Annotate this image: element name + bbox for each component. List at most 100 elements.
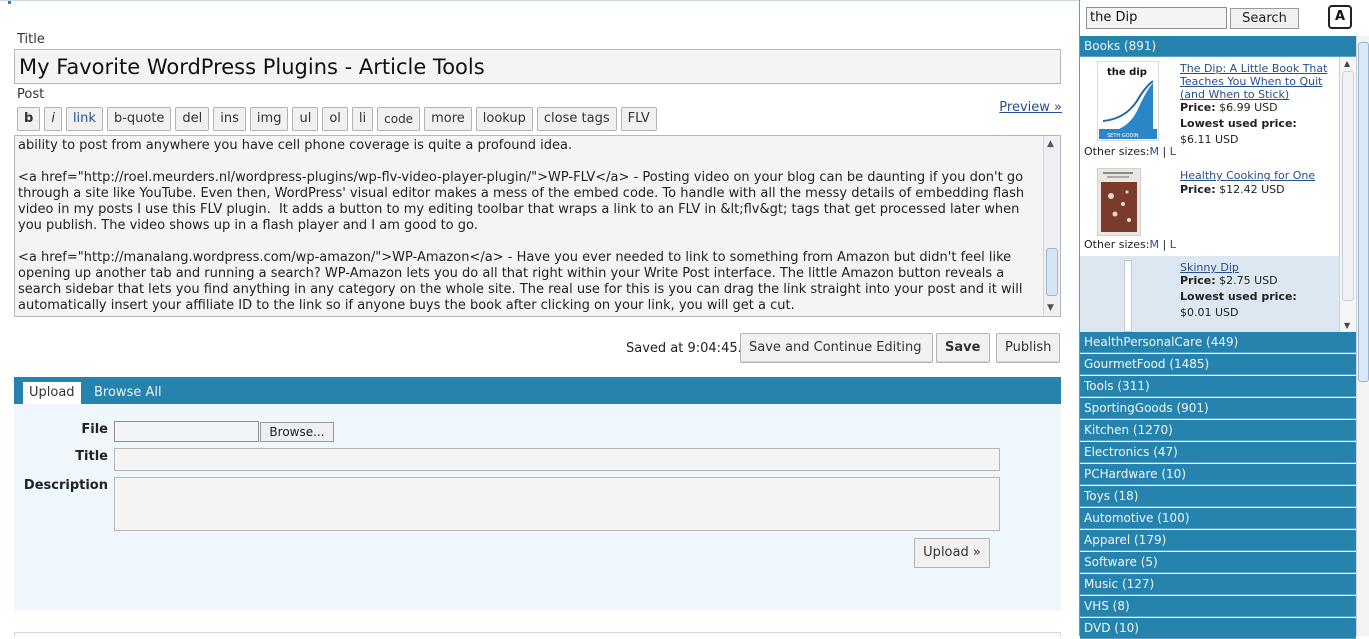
bottom-panel-edge [14,632,1061,637]
italic-button[interactable]: i [44,107,62,131]
other-sizes: Other sizes:M | L [1084,238,1176,251]
amazon-search-input[interactable]: the Dip [1086,7,1227,29]
post-textarea[interactable]: ability to post from anywhere you have c… [14,135,1061,317]
other-sizes-label: Other sizes: [1084,238,1150,251]
scroll-down-icon[interactable]: ▼ [1344,321,1350,330]
top-indicator [8,1,11,4]
description-input[interactable] [114,477,1000,531]
book-cover-healthy-cooking[interactable] [1097,168,1141,236]
size-l-link[interactable]: L [1170,238,1176,251]
tab-browse-all[interactable]: Browse All [94,382,162,404]
book-result-2[interactable]: Healthy Cooking for One Price: $12.42 US… [1080,163,1339,256]
upload-title-input[interactable] [114,448,1000,471]
post-label: Post [17,87,45,102]
used-price-label: Lowest used price: [1180,117,1297,130]
browse-button[interactable]: Browse... [260,422,334,442]
scroll-up-icon[interactable]: ▲ [1344,59,1350,68]
book-cover-the-dip[interactable]: the dip SETH GODIN [1097,61,1159,141]
publish-button[interactable]: Publish [996,333,1060,363]
category-item[interactable]: Apparel (179) [1080,530,1356,551]
books-scroll-thumb[interactable] [1342,71,1354,301]
ol-button[interactable]: ol [322,107,348,131]
li-button[interactable]: li [351,107,374,131]
book-used-price: Lowest used price: $0.01 USD [1180,289,1330,321]
price-label: Price: [1180,183,1216,196]
size-l-link[interactable]: L [1170,145,1176,158]
link-button[interactable]: link [65,107,103,131]
price-label: Price: [1180,274,1216,287]
used-price-value: $6.11 USD [1180,133,1239,146]
book-price: Price: $12.42 USD [1180,182,1330,198]
book-result-3[interactable]: Skinny Dip Price: $2.75 USD Lowest used … [1080,256,1339,332]
category-item[interactable]: Music (127) [1080,574,1356,595]
sidebar-scroll-thumb[interactable] [1358,42,1369,382]
book-price: Price: $6.99 USD [1180,100,1330,116]
post-content[interactable]: ability to post from anywhere you have c… [18,138,1042,314]
price-label: Price: [1180,101,1216,114]
books-results-panel: the dip SETH GODIN The Dip: A Little Boo… [1080,57,1356,332]
blockquote-button[interactable]: b-quote [106,107,172,131]
amazon-sidebar: the Dip Search A Books (891) the dip SET… [1079,0,1369,639]
category-books[interactable]: Books (891) [1080,36,1356,57]
category-item[interactable]: Kitchen (1270) [1080,420,1356,441]
book-cover-skinny-dip[interactable] [1124,260,1132,332]
saved-status: Saved at 9:04:45. [626,341,742,356]
bold-button[interactable]: b [17,107,41,131]
category-item[interactable]: HealthPersonalCare (449) [1080,332,1356,353]
book-used-price: Lowest used price: $6.11 USD [1180,116,1330,148]
category-item[interactable]: PCHardware (10) [1080,464,1356,485]
amazon-search-button[interactable]: Search [1230,8,1299,29]
other-sizes: Other sizes:M | L [1084,145,1176,158]
scroll-up-icon[interactable]: ▲ [1047,139,1054,149]
scroll-down-icon[interactable]: ▼ [1047,303,1054,313]
upload-tabs-bar: Upload Browse All [14,377,1061,404]
book-cover-author: SETH GODIN [1107,133,1139,139]
close-tags-button[interactable]: close tags [536,107,617,131]
tab-upload[interactable]: Upload [23,382,81,404]
file-input[interactable] [114,421,259,442]
category-item[interactable]: SportingGoods (901) [1080,398,1356,419]
book-price: Price: $2.75 USD [1180,273,1330,289]
post-scrollbar[interactable]: ▲ ▼ [1043,136,1060,316]
amazon-logo-icon[interactable]: A [1328,5,1352,29]
flv-button[interactable]: FLV [620,107,657,131]
post-scroll-thumb[interactable] [1046,248,1058,296]
category-item[interactable]: Tools (311) [1080,376,1356,397]
category-item[interactable]: GourmetFood (1485) [1080,354,1356,375]
upload-title-label: Title [75,449,108,464]
file-label: File [81,422,108,437]
save-continue-button[interactable]: Save and Continue Editing [740,333,933,363]
category-item[interactable]: VHS (8) [1080,596,1356,617]
used-price-value: $0.01 USD [1180,306,1239,319]
book-result-1[interactable]: the dip SETH GODIN The Dip: A Little Boo… [1080,57,1339,163]
size-m-link[interactable]: M [1150,238,1160,251]
save-button[interactable]: Save [936,333,990,363]
amazon-search-bar: the Dip Search A [1080,0,1356,36]
upload-button[interactable]: Upload » [914,538,990,568]
category-item[interactable]: Software (5) [1080,552,1356,573]
sidebar-scrollbar[interactable] [1356,36,1369,636]
price-value: $2.75 USD [1219,274,1278,287]
ul-button[interactable]: ul [292,107,319,131]
book-title-link[interactable]: The Dip: A Little Book That Teaches You … [1180,62,1330,101]
lookup-button[interactable]: lookup [475,107,533,131]
title-label: Title [17,32,45,47]
category-item[interactable]: Toys (18) [1080,486,1356,507]
book-cover-title: the dip [1107,67,1147,78]
category-item[interactable]: Automotive (100) [1080,508,1356,529]
img-button[interactable]: img [249,107,289,131]
ins-button[interactable]: ins [213,107,246,131]
price-value: $6.99 USD [1219,101,1278,114]
book-title-link[interactable]: Healthy Cooking for One [1180,169,1330,182]
description-label: Description [23,478,108,493]
more-button[interactable]: more [424,107,472,131]
write-post-panel: Title My Favorite WordPress Plugins - Ar… [0,0,1079,637]
category-item[interactable]: Electronics (47) [1080,442,1356,463]
size-m-link[interactable]: M [1150,145,1160,158]
del-button[interactable]: del [175,107,210,131]
books-scrollbar[interactable]: ▲ ▼ [1339,57,1356,332]
preview-link[interactable]: Preview » [999,100,1062,115]
code-button[interactable]: code [377,107,421,131]
used-price-label: Lowest used price: [1180,290,1297,303]
title-input[interactable]: My Favorite WordPress Plugins - Article … [14,49,1061,84]
